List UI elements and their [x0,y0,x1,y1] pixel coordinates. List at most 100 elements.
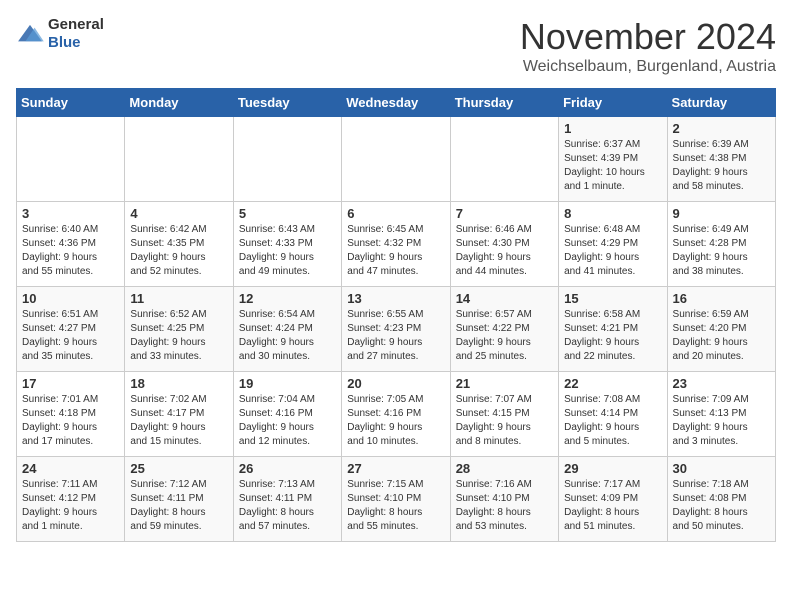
day-info: Sunrise: 7:13 AM Sunset: 4:11 PM Dayligh… [239,478,336,534]
location-title: Weichselbaum, Burgenland, Austria [520,58,776,76]
day-info: Sunrise: 6:48 AM Sunset: 4:29 PM Dayligh… [564,223,661,279]
day-info: Sunrise: 7:15 AM Sunset: 4:10 PM Dayligh… [347,478,444,534]
day-number: 22 [564,376,661,391]
day-number: 9 [673,206,770,221]
day-info: Sunrise: 7:02 AM Sunset: 4:17 PM Dayligh… [130,393,227,449]
day-number: 30 [673,461,770,476]
day-number: 13 [347,291,444,306]
day-info: Sunrise: 6:37 AM Sunset: 4:39 PM Dayligh… [564,138,661,194]
day-number: 24 [22,461,119,476]
day-number: 5 [239,206,336,221]
col-header-tuesday: Tuesday [233,89,341,117]
month-title: November 2024 [520,16,776,58]
day-info: Sunrise: 7:07 AM Sunset: 4:15 PM Dayligh… [456,393,553,449]
col-header-wednesday: Wednesday [342,89,450,117]
day-number: 3 [22,206,119,221]
day-cell: 20 Sunrise: 7:05 AM Sunset: 4:16 PM Dayli… [342,372,450,457]
day-number: 16 [673,291,770,306]
day-number: 7 [456,206,553,221]
day-cell [342,117,450,202]
calendar-table: SundayMondayTuesdayWednesdayThursdayFrid… [16,88,776,542]
week-row-2: 3 Sunrise: 6:40 AM Sunset: 4:36 PM Daylig… [17,202,776,287]
day-cell [450,117,558,202]
day-cell: 7 Sunrise: 6:46 AM Sunset: 4:30 PM Daylig… [450,202,558,287]
day-number: 19 [239,376,336,391]
day-info: Sunrise: 6:58 AM Sunset: 4:21 PM Dayligh… [564,308,661,364]
col-header-monday: Monday [125,89,233,117]
day-cell: 4 Sunrise: 6:42 AM Sunset: 4:35 PM Daylig… [125,202,233,287]
day-info: Sunrise: 7:04 AM Sunset: 4:16 PM Dayligh… [239,393,336,449]
day-cell: 9 Sunrise: 6:49 AM Sunset: 4:28 PM Daylig… [667,202,775,287]
day-cell: 27 Sunrise: 7:15 AM Sunset: 4:10 PM Dayli… [342,457,450,542]
day-number: 6 [347,206,444,221]
day-info: Sunrise: 6:42 AM Sunset: 4:35 PM Dayligh… [130,223,227,279]
day-cell: 30Sunrise: 7:18 AM Sunset: 4:08 PM Dayli… [667,457,775,542]
day-number: 17 [22,376,119,391]
day-info: Sunrise: 7:01 AM Sunset: 4:18 PM Dayligh… [22,393,119,449]
day-number: 20 [347,376,444,391]
day-cell: 29 Sunrise: 7:17 AM Sunset: 4:09 PM Dayli… [559,457,667,542]
day-number: 14 [456,291,553,306]
day-cell [125,117,233,202]
day-cell: 8Sunrise: 6:48 AM Sunset: 4:29 PM Daylig… [559,202,667,287]
day-number: 10 [22,291,119,306]
day-number: 4 [130,206,227,221]
day-number: 26 [239,461,336,476]
day-cell: 25Sunrise: 7:12 AM Sunset: 4:11 PM Dayli… [125,457,233,542]
logo-blue: Blue [48,34,81,51]
day-number: 23 [673,376,770,391]
day-info: Sunrise: 6:51 AM Sunset: 4:27 PM Dayligh… [22,308,119,364]
page-header: General Blue November 2024 Weichselbaum,… [16,16,776,76]
logo: General Blue [16,16,104,52]
day-number: 27 [347,461,444,476]
day-number: 12 [239,291,336,306]
day-number: 2 [673,121,770,136]
day-cell: 26 Sunrise: 7:13 AM Sunset: 4:11 PM Dayli… [233,457,341,542]
day-info: Sunrise: 6:57 AM Sunset: 4:22 PM Dayligh… [456,308,553,364]
day-cell: 23 Sunrise: 7:09 AM Sunset: 4:13 PM Dayli… [667,372,775,457]
day-info: Sunrise: 7:09 AM Sunset: 4:13 PM Dayligh… [673,393,770,449]
day-number: 21 [456,376,553,391]
day-cell: 18 Sunrise: 7:02 AM Sunset: 4:17 PM Dayli… [125,372,233,457]
day-info: Sunrise: 7:16 AM Sunset: 4:10 PM Dayligh… [456,478,553,534]
day-cell: 2Sunrise: 6:39 AM Sunset: 4:38 PM Daylig… [667,117,775,202]
day-info: Sunrise: 6:54 AM Sunset: 4:24 PM Dayligh… [239,308,336,364]
header-row: SundayMondayTuesdayWednesdayThursdayFrid… [17,89,776,117]
day-cell: 6 Sunrise: 6:45 AM Sunset: 4:32 PM Daylig… [342,202,450,287]
day-cell: 15 Sunrise: 6:58 AM Sunset: 4:21 PM Dayli… [559,287,667,372]
day-info: Sunrise: 7:12 AM Sunset: 4:11 PM Dayligh… [130,478,227,534]
day-number: 1 [564,121,661,136]
day-info: Sunrise: 6:40 AM Sunset: 4:36 PM Dayligh… [22,223,119,279]
day-info: Sunrise: 6:43 AM Sunset: 4:33 PM Dayligh… [239,223,336,279]
day-info: Sunrise: 7:11 AM Sunset: 4:12 PM Dayligh… [22,478,119,534]
week-row-5: 24 Sunrise: 7:11 AM Sunset: 4:12 PM Dayli… [17,457,776,542]
day-cell: 1 Sunrise: 6:37 AM Sunset: 4:39 PM Daylig… [559,117,667,202]
day-cell [17,117,125,202]
day-number: 15 [564,291,661,306]
day-cell: 24 Sunrise: 7:11 AM Sunset: 4:12 PM Dayli… [17,457,125,542]
logo-general: General [48,16,104,33]
day-info: Sunrise: 6:55 AM Sunset: 4:23 PM Dayligh… [347,308,444,364]
col-header-thursday: Thursday [450,89,558,117]
day-cell: 3 Sunrise: 6:40 AM Sunset: 4:36 PM Daylig… [17,202,125,287]
title-block: November 2024 Weichselbaum, Burgenland, … [520,16,776,76]
day-cell: 13 Sunrise: 6:55 AM Sunset: 4:23 PM Dayli… [342,287,450,372]
day-info: Sunrise: 6:49 AM Sunset: 4:28 PM Dayligh… [673,223,770,279]
day-info: Sunrise: 6:45 AM Sunset: 4:32 PM Dayligh… [347,223,444,279]
day-info: Sunrise: 7:05 AM Sunset: 4:16 PM Dayligh… [347,393,444,449]
day-info: Sunrise: 7:17 AM Sunset: 4:09 PM Dayligh… [564,478,661,534]
day-cell: 12 Sunrise: 6:54 AM Sunset: 4:24 PM Dayli… [233,287,341,372]
day-cell: 28Sunrise: 7:16 AM Sunset: 4:10 PM Dayli… [450,457,558,542]
day-number: 11 [130,291,227,306]
day-number: 29 [564,461,661,476]
day-number: 18 [130,376,227,391]
col-header-friday: Friday [559,89,667,117]
day-cell: 17 Sunrise: 7:01 AM Sunset: 4:18 PM Dayli… [17,372,125,457]
day-info: Sunrise: 6:46 AM Sunset: 4:30 PM Dayligh… [456,223,553,279]
day-cell: 14 Sunrise: 6:57 AM Sunset: 4:22 PM Dayli… [450,287,558,372]
day-cell: 11 Sunrise: 6:52 AM Sunset: 4:25 PM Dayli… [125,287,233,372]
day-cell: 5 Sunrise: 6:43 AM Sunset: 4:33 PM Daylig… [233,202,341,287]
week-row-3: 10 Sunrise: 6:51 AM Sunset: 4:27 PM Dayli… [17,287,776,372]
week-row-1: 1 Sunrise: 6:37 AM Sunset: 4:39 PM Daylig… [17,117,776,202]
day-info: Sunrise: 6:52 AM Sunset: 4:25 PM Dayligh… [130,308,227,364]
